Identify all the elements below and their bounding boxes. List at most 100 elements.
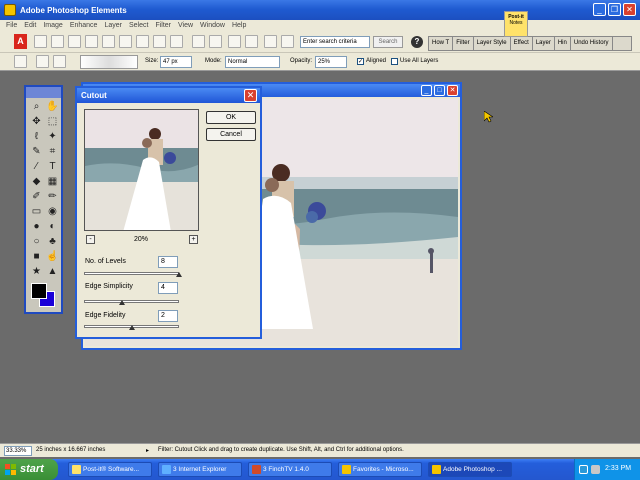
marquee-tool-icon[interactable]: ⬚ — [46, 115, 59, 128]
search-input[interactable]: Enter search criteria — [300, 36, 370, 48]
menu-image[interactable]: Image — [43, 22, 62, 29]
brush-tool-icon[interactable]: ✐ — [30, 190, 43, 203]
pattern-stamp-option-icon[interactable] — [53, 55, 66, 68]
task-finchtv[interactable]: 3 FinchTV 1.4.0 — [248, 462, 332, 477]
cutout-dialog-title[interactable]: Cutout — [77, 88, 260, 103]
print-icon[interactable] — [136, 35, 149, 48]
filter-preview[interactable] — [84, 109, 199, 231]
edge-simplicity-slider-thumb[interactable] — [119, 300, 125, 305]
dodge-tool-icon[interactable]: ○ — [30, 235, 43, 248]
image-close-button[interactable]: ✕ — [447, 85, 458, 96]
opacity-field[interactable]: 25% — [315, 56, 347, 68]
browse-icon[interactable] — [68, 35, 81, 48]
levels-input[interactable]: 8 — [158, 256, 178, 268]
redo-icon[interactable] — [245, 35, 258, 48]
edge-fidelity-slider-thumb[interactable] — [128, 325, 135, 330]
volume-icon[interactable] — [591, 465, 600, 474]
palette-tab-layer-style[interactable]: Layer Style — [474, 37, 511, 50]
zoom-tool-icon[interactable]: ⌕ — [30, 100, 43, 113]
status-zoom-field[interactable]: 33.33% — [4, 446, 32, 456]
save-icon[interactable] — [102, 35, 115, 48]
print-preview-icon[interactable] — [153, 35, 166, 48]
levels-slider-thumb[interactable] — [176, 272, 182, 277]
eyedropper-icon[interactable]: ⁄ — [30, 160, 43, 173]
palette-tab-filter[interactable]: Filter — [453, 37, 474, 50]
brush-preset-picker[interactable] — [80, 55, 138, 69]
quick-fix-icon[interactable] — [264, 35, 277, 48]
network-icon[interactable] — [579, 465, 588, 474]
sponge-tool-icon[interactable]: ◐ — [46, 220, 59, 233]
menu-help[interactable]: Help — [232, 22, 246, 29]
minimize-button[interactable]: _ — [593, 3, 606, 16]
task-internet-explorer[interactable]: 3 Internet Explorer — [158, 462, 242, 477]
smudge-tool-icon[interactable]: ☝ — [46, 250, 59, 263]
step-forward-icon[interactable] — [209, 35, 222, 48]
eraser-tool-icon[interactable]: ▭ — [30, 205, 43, 218]
ok-button[interactable]: OK — [206, 111, 256, 124]
use-all-layers-checkbox[interactable] — [391, 58, 398, 65]
blur-tool-icon[interactable]: ● — [30, 220, 43, 233]
palette-tab-undo-history[interactable]: Undo History — [571, 37, 613, 50]
restore-button[interactable]: ❐ — [608, 3, 621, 16]
clone-stamp-tool-icon[interactable] — [14, 55, 27, 68]
lasso-tool-icon[interactable]: ℓ — [30, 130, 43, 143]
zoom-out-button[interactable]: - — [86, 235, 95, 244]
online-services-icon[interactable] — [281, 35, 294, 48]
image-maximize-button[interactable]: □ — [434, 85, 445, 96]
type-tool-icon[interactable]: T — [46, 160, 59, 173]
task-postit[interactable]: Post-it® Software... — [68, 462, 152, 477]
palette-tab-layer[interactable]: Layer — [533, 37, 555, 50]
red-eye-tool-icon[interactable]: ◉ — [46, 205, 59, 218]
selection-brush-icon[interactable]: ✎ — [30, 145, 43, 158]
palette-tab-how-to[interactable]: How T — [429, 37, 454, 50]
status-menu-arrow-icon[interactable]: ▸ — [146, 447, 149, 454]
move-tool-icon[interactable]: ✥ — [30, 115, 43, 128]
menu-view[interactable]: View — [178, 22, 193, 29]
help-icon[interactable]: ? — [411, 36, 423, 48]
step-backward-icon[interactable] — [192, 35, 205, 48]
foreground-color-swatch[interactable] — [31, 283, 47, 299]
mode-select[interactable]: Normal — [225, 56, 280, 68]
edge-fidelity-input[interactable]: 2 — [158, 310, 178, 322]
postit-notes-widget[interactable]: Post-it Notes — [504, 11, 528, 37]
crop-tool-icon[interactable]: ⌗ — [46, 145, 59, 158]
menu-file[interactable]: File — [6, 22, 17, 29]
hand-tool-icon[interactable]: ✋ — [46, 100, 59, 113]
levels-slider-track[interactable] — [84, 272, 179, 275]
start-button[interactable]: start — [0, 459, 58, 480]
dialog-close-button[interactable]: ✕ — [244, 89, 257, 102]
app-title-bar[interactable]: Adobe Photoshop Elements _ ❐ ✕ — [0, 0, 640, 20]
aligned-checkbox[interactable]: ✓ — [357, 58, 364, 65]
menu-enhance[interactable]: Enhance — [70, 22, 98, 29]
palette-tab-effect[interactable]: Effect — [511, 37, 533, 50]
search-button[interactable]: Search — [373, 36, 403, 48]
palette-tab-hints[interactable]: Hin — [555, 37, 571, 50]
zoom-in-button[interactable]: + — [189, 235, 198, 244]
menu-edit[interactable]: Edit — [24, 22, 36, 29]
menu-layer[interactable]: Layer — [104, 22, 122, 29]
pencil-tool-icon[interactable]: ✏ — [46, 190, 59, 203]
edge-simplicity-input[interactable]: 4 — [158, 282, 178, 294]
open-file-icon[interactable] — [51, 35, 64, 48]
menu-select[interactable]: Select — [129, 22, 148, 29]
clone-stamp-icon[interactable]: ♣ — [46, 235, 59, 248]
gradient-tool-icon[interactable]: ▦ — [46, 175, 59, 188]
toolbox-header[interactable] — [26, 87, 61, 98]
menu-window[interactable]: Window — [200, 22, 225, 29]
custom-shape-icon[interactable]: ★ — [30, 265, 43, 278]
edge-simplicity-slider-track[interactable] — [84, 300, 179, 303]
task-favorites[interactable]: Favorites - Microso... — [338, 462, 422, 477]
task-photoshop-elements[interactable]: Adobe Photoshop ... — [428, 462, 512, 477]
menu-filter[interactable]: Filter — [155, 22, 171, 29]
sharpen-tool-icon[interactable]: ▲ — [46, 265, 59, 278]
cancel-button[interactable]: Cancel — [206, 128, 256, 141]
import-icon[interactable] — [85, 35, 98, 48]
email-icon[interactable] — [170, 35, 183, 48]
close-button[interactable]: ✕ — [623, 3, 636, 16]
new-file-icon[interactable] — [34, 35, 47, 48]
shape-tool-icon[interactable]: ■ — [30, 250, 43, 263]
undo-icon[interactable] — [228, 35, 241, 48]
magic-wand-tool-icon[interactable]: ✦ — [46, 130, 59, 143]
clone-stamp-option-icon[interactable] — [36, 55, 49, 68]
paint-bucket-icon[interactable]: ◆ — [30, 175, 43, 188]
